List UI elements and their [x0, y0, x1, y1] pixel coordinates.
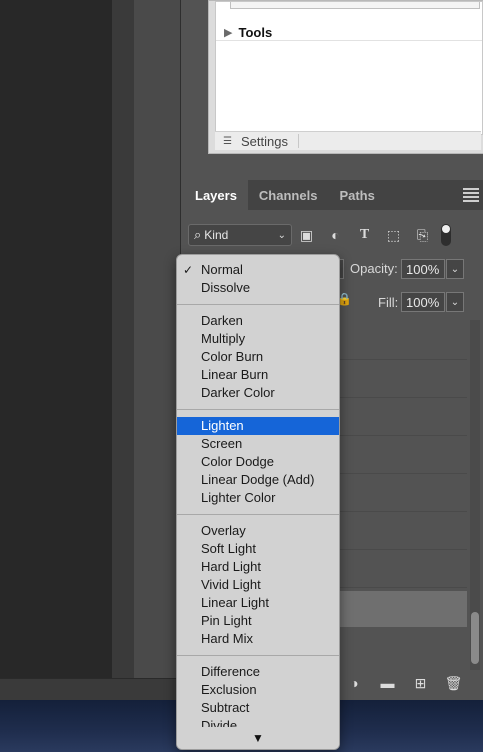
- layers-scrollbar-thumb[interactable]: [471, 612, 479, 664]
- layer-row[interactable]: [338, 360, 467, 398]
- menu-item-hard-light[interactable]: Hard Light: [177, 558, 339, 576]
- menu-item-dissolve[interactable]: Dissolve: [177, 279, 339, 297]
- blend-group-darken: Darken Multiply Color Burn Linear Burn D…: [177, 312, 339, 402]
- properties-panel: ▶ Tools ☰ Settings: [208, 0, 483, 154]
- menu-item-vivid-light[interactable]: Vivid Light: [177, 576, 339, 594]
- settings-list-icon[interactable]: ☰: [223, 136, 237, 147]
- shape-layer-filter-icon[interactable]: ⬚: [379, 227, 408, 244]
- layer-row[interactable]: [338, 474, 467, 512]
- tab-paths[interactable]: Paths: [328, 180, 385, 210]
- menu-item-multiply[interactable]: Multiply: [177, 330, 339, 348]
- fill-field[interactable]: 100%: [401, 292, 445, 312]
- blend-mode-menu: ✓ Normal Dissolve Darken Multiply Color B…: [176, 254, 340, 750]
- canvas-scroll-edge: [112, 0, 134, 700]
- canvas-status-bar: [0, 678, 180, 701]
- filter-kind-label: Kind: [204, 228, 229, 242]
- chevron-down-icon: ⌄: [277, 229, 286, 241]
- menu-item-normal[interactable]: ✓ Normal: [177, 261, 339, 279]
- menu-item-linear-dodge-add[interactable]: Linear Dodge (Add): [177, 471, 339, 489]
- selected-layer-row[interactable]: [338, 591, 467, 627]
- pasteboard-area: [134, 0, 180, 700]
- tools-section-header[interactable]: ▶ Tools: [224, 22, 272, 42]
- new-layer-icon[interactable]: ⊞: [404, 675, 437, 692]
- search-icon: ⌕: [194, 227, 202, 242]
- tab-channels[interactable]: Channels: [248, 180, 329, 210]
- adjustment-layer-filter-icon[interactable]: ◐: [321, 227, 350, 243]
- menu-item-linear-light[interactable]: Linear Light: [177, 594, 339, 612]
- menu-item-pin-light[interactable]: Pin Light: [177, 612, 339, 630]
- layer-row[interactable]: [338, 398, 467, 436]
- layers-footer-toolbar: ◑ ▬ ⊞ 🗑: [338, 672, 478, 694]
- layer-row[interactable]: [338, 322, 467, 360]
- menu-item-overlay[interactable]: Overlay: [177, 522, 339, 540]
- blend-group-lighten: Lighten Screen Color Dodge Linear Dodge …: [177, 417, 339, 507]
- layer-filter-row: ⌕ Kind ⌄ ▣ ◐ T ⬚ ⎘: [188, 222, 478, 248]
- divider: [216, 40, 482, 41]
- filter-kind-select[interactable]: ⌕ Kind ⌄: [188, 224, 292, 246]
- type-layer-filter-icon[interactable]: T: [350, 227, 379, 243]
- menu-item-soft-light[interactable]: Soft Light: [177, 540, 339, 558]
- menu-item-color-dodge[interactable]: Color Dodge: [177, 453, 339, 471]
- new-group-folder-icon[interactable]: ▬: [371, 675, 404, 691]
- document-canvas: [0, 0, 112, 700]
- tab-layers[interactable]: Layers: [184, 180, 248, 210]
- smart-object-filter-icon[interactable]: ⎘: [408, 227, 437, 244]
- menu-separator: [177, 514, 339, 515]
- menu-separator: [177, 409, 339, 410]
- panel-menu-icon[interactable]: [463, 180, 483, 210]
- fill-label: Fill:: [378, 295, 399, 310]
- menu-separator: [177, 655, 339, 656]
- blend-group-normal: ✓ Normal Dissolve: [177, 261, 339, 297]
- settings-label[interactable]: Settings: [241, 134, 288, 149]
- new-adjustment-layer-icon[interactable]: ◑: [338, 675, 371, 691]
- blend-group-contrast: Overlay Soft Light Hard Light Vivid Ligh…: [177, 522, 339, 648]
- properties-content: ▶ Tools: [215, 1, 483, 135]
- filter-toggle-switch[interactable]: [441, 224, 451, 246]
- menu-item-screen[interactable]: Screen: [177, 435, 339, 453]
- menu-item-color-burn[interactable]: Color Burn: [177, 348, 339, 366]
- menu-item-exclusion[interactable]: Exclusion: [177, 681, 339, 699]
- layer-row[interactable]: [338, 512, 467, 550]
- fill-chevron-icon[interactable]: ⌄: [446, 292, 464, 312]
- layers-panel-tabs: Layers Channels Paths: [184, 180, 483, 210]
- menu-item-subtract[interactable]: Subtract: [177, 699, 339, 717]
- trash-icon[interactable]: 🗑: [437, 675, 470, 692]
- opacity-label: Opacity:: [350, 261, 398, 276]
- opacity-chevron-icon[interactable]: ⌄: [446, 259, 464, 279]
- tools-label: Tools: [238, 24, 273, 40]
- menu-item-darker-color[interactable]: Darker Color: [177, 384, 339, 402]
- menu-item-lighter-color[interactable]: Lighter Color: [177, 489, 339, 507]
- menu-separator: [177, 304, 339, 305]
- divider: [297, 134, 299, 148]
- menu-item-difference[interactable]: Difference: [177, 663, 339, 681]
- settings-bar: ☰ Settings: [215, 131, 481, 150]
- menu-item-hard-mix[interactable]: Hard Mix: [177, 630, 339, 648]
- layer-row[interactable]: [338, 436, 467, 474]
- opacity-field[interactable]: 100%: [401, 259, 445, 279]
- menu-item-linear-burn[interactable]: Linear Burn: [177, 366, 339, 384]
- menu-item-darken[interactable]: Darken: [177, 312, 339, 330]
- layer-row[interactable]: [338, 550, 467, 588]
- menu-item-lighten[interactable]: Lighten: [177, 417, 339, 435]
- checkmark-icon: ✓: [183, 263, 194, 277]
- disclosure-triangle-icon[interactable]: ▶: [224, 26, 232, 39]
- pixel-layer-filter-icon[interactable]: ▣: [292, 227, 321, 244]
- blend-group-inversion: Difference Exclusion Subtract Divide: [177, 663, 339, 735]
- properties-field[interactable]: [230, 2, 480, 9]
- menu-scroll-down-arrow-icon[interactable]: ▼: [177, 727, 339, 749]
